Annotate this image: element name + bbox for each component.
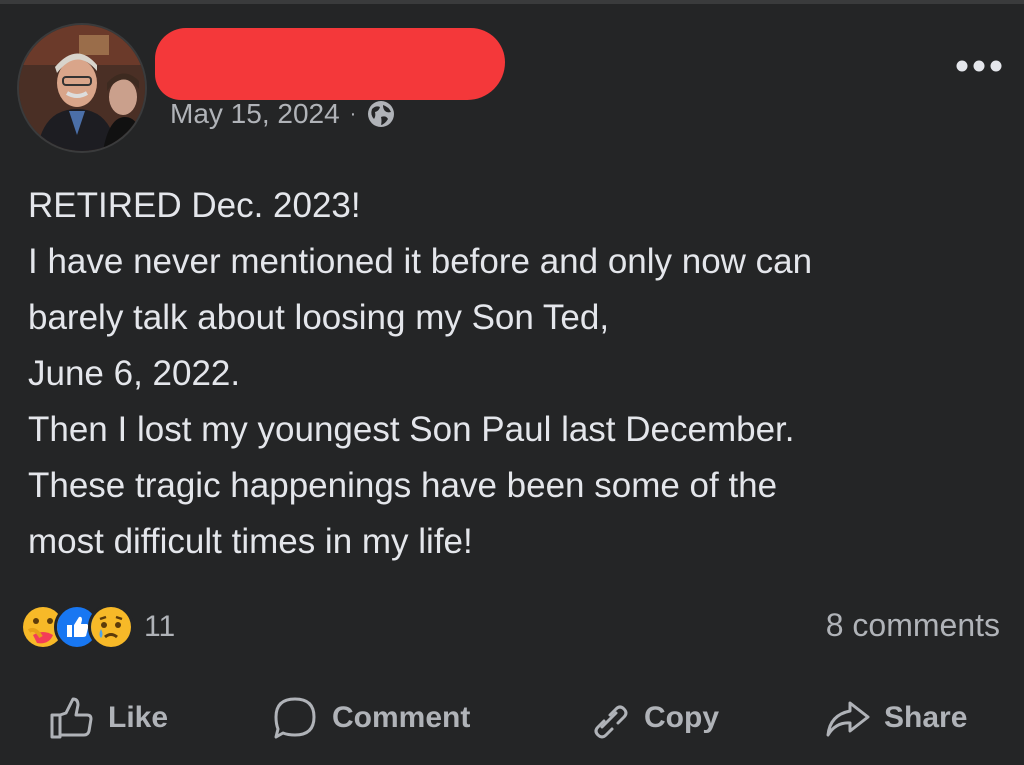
post-line: barely talk about loosing my Son Ted, xyxy=(28,298,610,337)
share-label: Share xyxy=(884,701,968,734)
comment-label: Comment xyxy=(332,701,471,734)
share-arrow-icon xyxy=(826,701,870,737)
reaction-count: 11 xyxy=(144,610,176,643)
redacted-author-name xyxy=(155,28,505,100)
globe-icon xyxy=(366,99,396,129)
link-icon xyxy=(594,705,628,739)
post-line: Then I lost my youngest Son Paul last De… xyxy=(28,410,795,449)
sad-reaction-icon xyxy=(88,604,134,650)
more-options-icon xyxy=(956,60,1002,72)
more-options-button[interactable] xyxy=(954,52,1004,80)
thumbs-up-icon xyxy=(50,697,93,739)
meta-separator: · xyxy=(349,102,357,125)
post-date[interactable]: May 15, 2024 xyxy=(170,98,340,130)
post-header: May 15, 2024 · xyxy=(0,0,1024,165)
like-label: Like xyxy=(108,701,169,734)
comment-button[interactable]: Comment xyxy=(272,690,470,746)
post-line: These tragic happenings have been some o… xyxy=(28,466,778,505)
copy-button[interactable]: Copy xyxy=(584,690,719,746)
comments-count-link[interactable]: 8 comments xyxy=(826,607,1000,644)
action-bar: Like Comment Copy Share xyxy=(0,690,1024,750)
post-body: RETIRED Dec. 2023! I have never mentione… xyxy=(28,178,1003,570)
like-button[interactable]: Like xyxy=(48,690,168,746)
post-line: most difficult times in my life! xyxy=(28,522,473,561)
post-meta: May 15, 2024 · xyxy=(170,98,396,130)
copy-label: Copy xyxy=(644,701,719,734)
post-line: RETIRED Dec. 2023! xyxy=(28,186,361,225)
reaction-summary[interactable]: 11 xyxy=(20,604,175,650)
post-line: I have never mentioned it before and onl… xyxy=(28,242,813,281)
post-line: June 6, 2022. xyxy=(28,354,241,393)
share-button[interactable]: Share xyxy=(824,690,967,746)
avatar[interactable] xyxy=(19,25,145,151)
avatar-photo xyxy=(19,25,145,151)
comment-icon xyxy=(274,697,316,739)
